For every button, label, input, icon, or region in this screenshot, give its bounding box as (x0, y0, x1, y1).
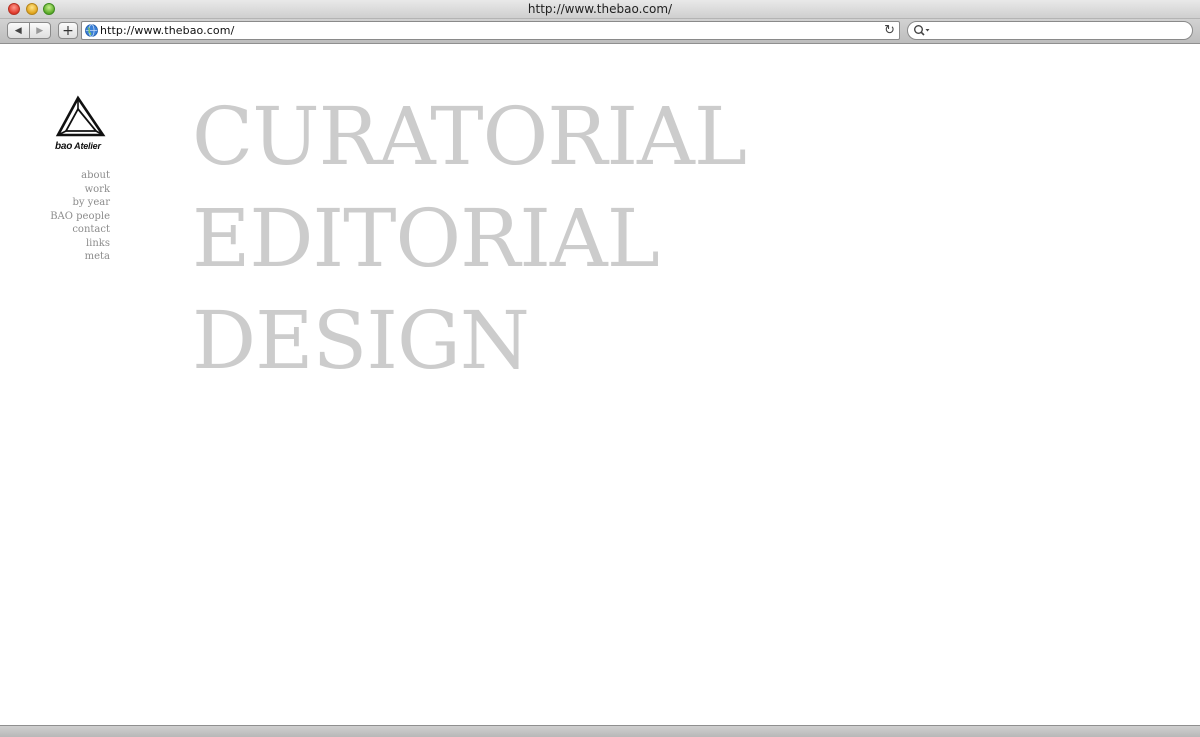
search-field[interactable] (907, 21, 1193, 40)
nav-link-contact[interactable]: contact (20, 223, 110, 237)
forward-button[interactable]: ▶ (30, 23, 51, 38)
hero-headline: CURATORIAL EDITORIAL DESIGN (192, 86, 747, 392)
title-bar[interactable]: http://www.thebao.com/ (0, 0, 1200, 19)
headline-line-curatorial: CURATORIAL (192, 90, 747, 183)
address-text: http://www.thebao.com/ (100, 24, 235, 37)
nav-link-by-year[interactable]: by year (20, 196, 110, 210)
nav-link-bao-people[interactable]: BAO people (20, 210, 110, 224)
reload-icon[interactable]: ↻ (884, 23, 895, 38)
page-content: bao Atelier about work by year BAO peopl… (0, 44, 1200, 725)
headline-line-editorial: EDITORIAL (192, 192, 660, 285)
site-navigation: about work by year BAO people contact li… (20, 169, 110, 264)
status-bar (0, 725, 1200, 737)
search-icon (914, 25, 930, 36)
nav-link-meta[interactable]: meta (20, 250, 110, 264)
nav-link-links[interactable]: links (20, 237, 110, 251)
plus-icon: + (62, 22, 74, 39)
triangle-logo-icon (55, 95, 106, 137)
address-bar[interactable]: http://www.thebao.com/ ↻ (81, 21, 900, 40)
browser-window: http://www.thebao.com/ ◀ ▶ + http://www.… (0, 0, 1200, 737)
globe-icon (85, 24, 98, 37)
bao-atelier-logo[interactable]: bao Atelier (53, 95, 109, 155)
back-forward-group: ◀ ▶ (7, 22, 51, 39)
back-button[interactable]: ◀ (8, 23, 30, 38)
window-title: http://www.thebao.com/ (527, 2, 673, 16)
nav-link-about[interactable]: about (20, 169, 110, 183)
browser-toolbar: ◀ ▶ + http://www.thebao.com/ ↻ (0, 19, 1200, 44)
forward-arrow-icon: ▶ (36, 25, 44, 35)
add-bookmark-button[interactable]: + (58, 22, 78, 39)
headline-line-design: DESIGN (192, 294, 530, 387)
nav-link-work[interactable]: work (20, 183, 110, 197)
logo-wordmark: bao Atelier (55, 141, 101, 152)
back-arrow-icon: ◀ (14, 25, 22, 35)
